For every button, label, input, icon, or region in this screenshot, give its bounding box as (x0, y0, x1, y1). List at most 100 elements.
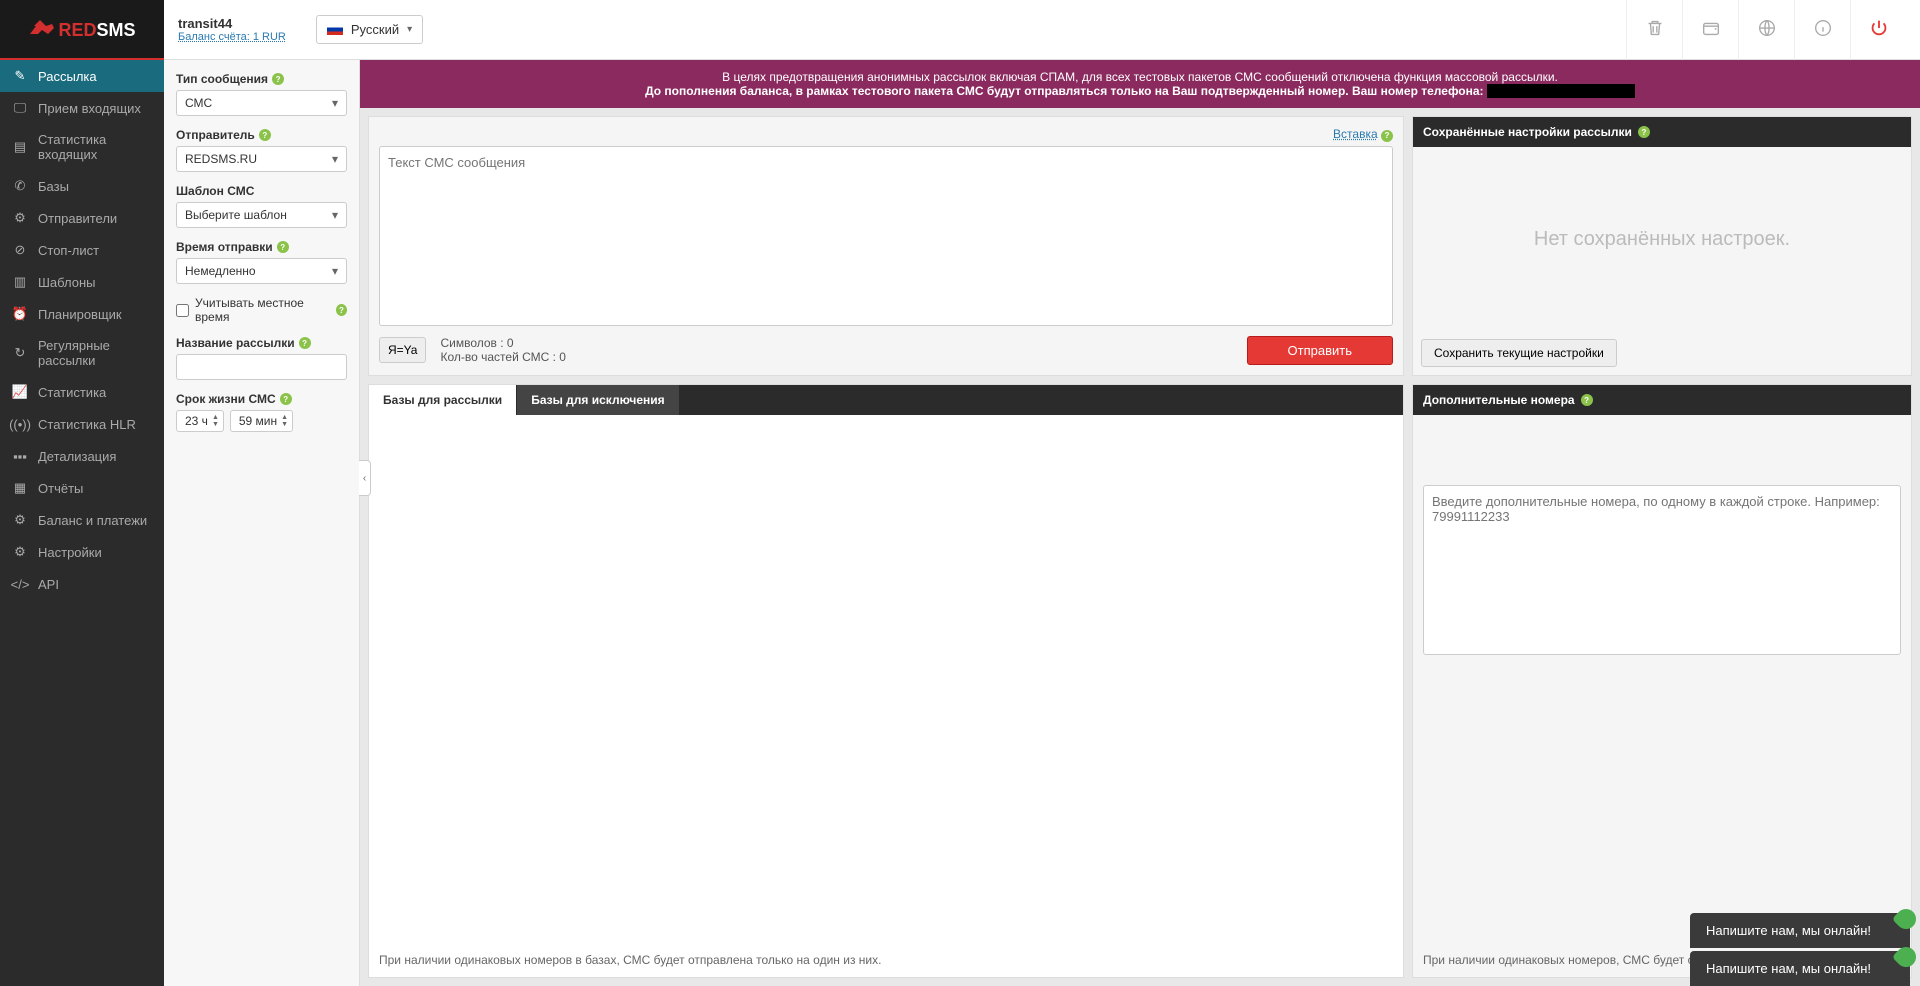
username: transit44 (178, 16, 286, 31)
trash-button[interactable] (1626, 0, 1682, 60)
sidebar-item-reports[interactable]: ▦ Отчёты (0, 472, 164, 504)
sidebar-item-label: Статистика HLR (38, 417, 136, 432)
additional-numbers-panel: Дополнительные номера? При наличии одина… (1412, 384, 1912, 978)
sidebar-item-details[interactable]: ▪▪▪ Детализация (0, 440, 164, 472)
logo-red: RED (58, 20, 96, 41)
wallet-button[interactable] (1682, 0, 1738, 60)
sidebar-item-label: Отчёты (38, 481, 83, 496)
user-block: transit44 Баланс счёта: 1 RUR (178, 16, 286, 43)
doc-icon: ▥ (12, 274, 28, 290)
topbar: transit44 Баланс счёта: 1 RUR Русский ▾ (164, 0, 1920, 60)
help-icon[interactable]: ? (259, 129, 271, 141)
template-select[interactable]: Выберите шаблон (176, 202, 347, 228)
saved-settings-panel: Сохранённые настройки рассылки? Нет сохр… (1412, 116, 1912, 376)
sidebar-item-label: Базы (38, 179, 69, 194)
sidebar-item-settings[interactable]: ⚙Настройки (0, 536, 164, 568)
type-label: Тип сообщения (176, 72, 268, 86)
sidebar-item-label: Стоп-лист (38, 243, 99, 258)
sidebar: REDSMS ✎ Рассылка 🖵Прием входящих ▤Статис… (0, 0, 164, 986)
collapse-handle[interactable]: ‹ (359, 460, 371, 496)
sidebar-item-label: Рассылка (38, 69, 97, 84)
sidebar-item-label: Баланс и платежи (38, 513, 147, 528)
help-icon[interactable]: ? (299, 337, 311, 349)
logo[interactable]: REDSMS (0, 0, 164, 60)
sidebar-item-label: Статистика входящих (38, 132, 152, 162)
flag-ru-icon (327, 24, 343, 35)
sidebar-item-label: Шаблоны (38, 275, 96, 290)
bars-icon: ▪▪▪ (12, 448, 28, 464)
sender-select[interactable]: REDSMS.RU (176, 146, 347, 172)
bases-panel: Базы для рассылки Базы для исключения Пр… (368, 384, 1404, 979)
warning-line1: В целях предотвращения анонимных рассыло… (380, 70, 1900, 84)
language-select[interactable]: Русский ▾ (316, 15, 423, 44)
bases-footer: При наличии одинаковых номеров в базах, … (369, 943, 1403, 977)
help-icon[interactable]: ? (1381, 130, 1393, 142)
down-icon[interactable]: ▼ (212, 421, 219, 428)
help-icon[interactable]: ? (277, 241, 289, 253)
sidebar-item-label: API (38, 577, 59, 592)
ttl-hours-spinner[interactable]: 23 ч▲▼ (176, 410, 224, 432)
sidebar-item-send[interactable]: ✎ Рассылка (0, 60, 164, 92)
sidebar-item-stats[interactable]: 📈Статистика (0, 376, 164, 408)
name-input[interactable] (176, 354, 347, 380)
refresh-icon: ↻ (12, 345, 28, 361)
additional-numbers-textarea[interactable] (1423, 485, 1901, 655)
sidebar-item-bases[interactable]: ✆Базы (0, 170, 164, 202)
sidebar-item-api[interactable]: </> API (0, 568, 164, 600)
send-icon: ✎ (12, 68, 28, 84)
info-button[interactable] (1794, 0, 1850, 60)
tab-include[interactable]: Базы для рассылки (369, 385, 517, 415)
chart-icon: 📈 (12, 384, 28, 400)
sidebar-item-stoplist[interactable]: ⊘ Стоп-лист (0, 234, 164, 266)
logout-button[interactable] (1850, 0, 1906, 60)
help-icon[interactable]: ? (1581, 394, 1593, 406)
help-icon[interactable]: ? (272, 73, 284, 85)
time-label: Время отправки (176, 240, 273, 254)
sidebar-item-hlr[interactable]: ((•))Статистика HLR (0, 408, 164, 440)
chevron-down-icon: ▾ (407, 24, 412, 35)
tab-exclude[interactable]: Базы для исключения (517, 385, 679, 415)
localtime-checkbox[interactable] (176, 304, 189, 317)
chat-widget[interactable]: Напишите нам, мы онлайн! (1690, 951, 1910, 986)
ban-icon: ⊘ (12, 242, 28, 258)
up-icon[interactable]: ▲ (281, 414, 288, 421)
time-select[interactable]: Немедленно (176, 258, 347, 284)
down-icon[interactable]: ▼ (281, 421, 288, 428)
message-textarea[interactable] (379, 146, 1393, 326)
type-select[interactable]: СМС (176, 90, 347, 116)
help-icon[interactable]: ? (336, 304, 347, 316)
insert-link[interactable]: Вставка (1333, 127, 1378, 141)
sidebar-item-recurring[interactable]: ↻ Регулярные рассылки (0, 330, 164, 376)
globe-button[interactable] (1738, 0, 1794, 60)
code-icon: </> (12, 576, 28, 592)
settings-panel: ‹ Тип сообщения? СМС Отправитель? REDSMS… (164, 60, 360, 986)
info-icon (1812, 17, 1834, 42)
sidebar-item-senders[interactable]: ⚙Отправители (0, 202, 164, 234)
sidebar-item-inbox[interactable]: 🖵Прием входящих (0, 92, 164, 124)
sidebar-item-label: Прием входящих (38, 101, 141, 116)
balance-link[interactable]: Баланс счёта: 1 RUR (178, 31, 286, 43)
sidebar-item-billing[interactable]: ⚙Баланс и платежи (0, 504, 164, 536)
sidebar-item-label: Регулярные рассылки (38, 338, 152, 368)
chat-widget[interactable]: Напишите нам, мы онлайн! (1690, 913, 1910, 948)
send-button[interactable]: Отправить (1247, 336, 1393, 365)
chat-text: Напишите нам, мы онлайн! (1706, 923, 1871, 938)
sidebar-item-label: Детализация (38, 449, 116, 464)
compose-panel: Вставка ? Я=Ya Символов : 0 Кол-во часте… (368, 116, 1404, 376)
chevron-left-icon: ‹ (363, 473, 366, 484)
ttl-minutes-spinner[interactable]: 59 мин▲▼ (230, 410, 293, 432)
report-icon: ▦ (12, 480, 28, 496)
parts-count: Кол-во частей СМС : 0 (440, 350, 566, 364)
globe-icon (1756, 17, 1778, 42)
help-icon[interactable]: ? (280, 393, 292, 405)
logo-sms: SMS (97, 20, 136, 41)
sidebar-item-templates[interactable]: ▥ Шаблоны (0, 266, 164, 298)
sidebar-item-label: Отправители (38, 211, 117, 226)
help-icon[interactable]: ? (1638, 126, 1650, 138)
up-icon[interactable]: ▲ (212, 414, 219, 421)
sidebar-item-inbox-stats[interactable]: ▤Статистика входящих (0, 124, 164, 170)
sidebar-item-scheduler[interactable]: ⏰Планировщик (0, 298, 164, 330)
ttl-label: Срок жизни СМС (176, 392, 276, 406)
save-settings-button[interactable]: Сохранить текущие настройки (1421, 339, 1617, 367)
translit-button[interactable]: Я=Ya (379, 337, 426, 363)
